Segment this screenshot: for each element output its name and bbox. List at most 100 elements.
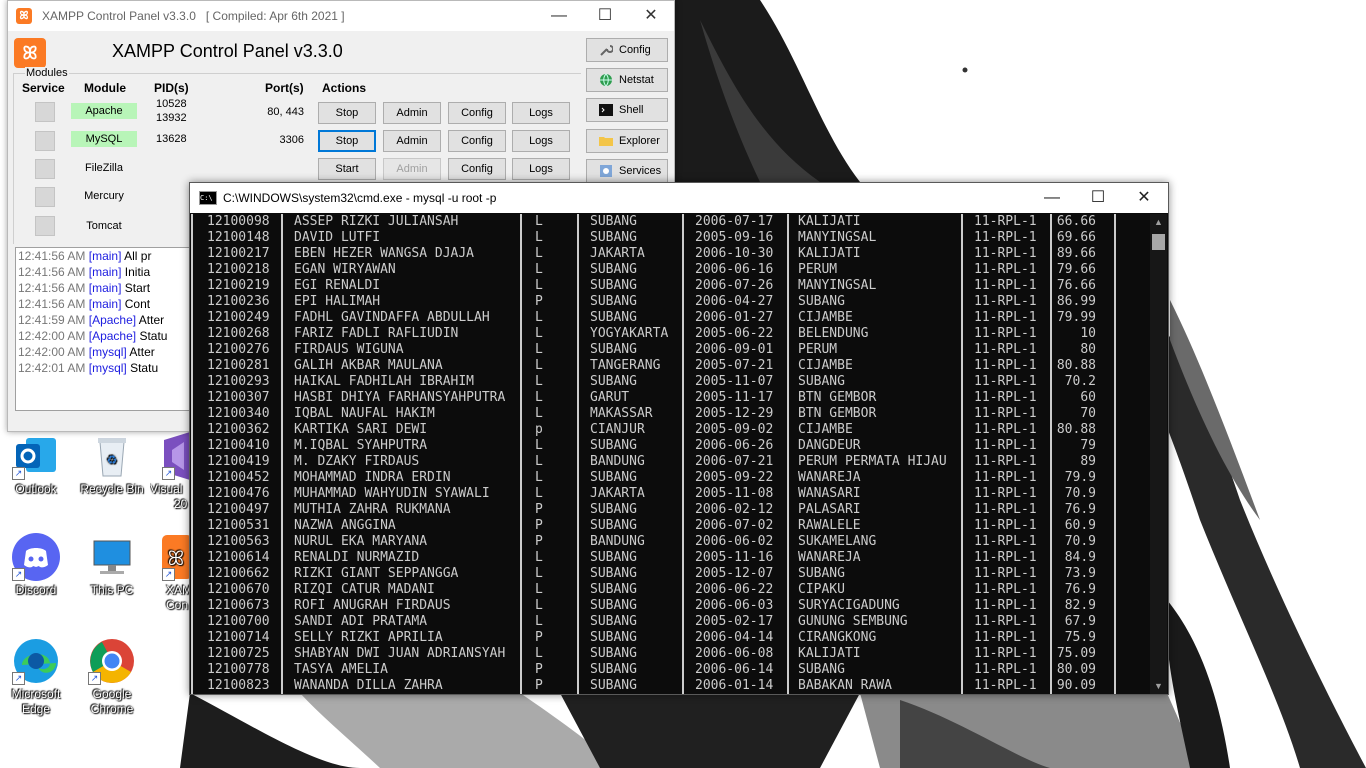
- cmd-close-button[interactable]: ✕: [1121, 183, 1167, 213]
- service-checkbox-filezilla[interactable]: [35, 159, 55, 179]
- xampp-logo-icon: ꕤ: [14, 38, 46, 68]
- console-cell: 76.9: [1064, 502, 1096, 517]
- console-cell: 2005-11-07: [695, 374, 774, 389]
- console-cell: DAVID LUTFI: [294, 230, 381, 245]
- service-checkbox-tomcat[interactable]: [35, 216, 55, 236]
- console-cell: SUBANG: [590, 374, 637, 389]
- console-cell: 11-RPL-1: [974, 662, 1037, 677]
- console-cell: RAWALELE: [798, 518, 861, 533]
- console-cell: 2006-07-02: [695, 518, 774, 533]
- console-cell: L: [535, 550, 543, 565]
- console-cell: CIJAMBE: [798, 422, 853, 437]
- console-cell: 2006-09-01: [695, 342, 774, 357]
- cmd-icon: C:\: [199, 191, 217, 205]
- minimize-button[interactable]: —: [536, 1, 582, 31]
- console-cell: GARUT: [590, 390, 630, 405]
- console-cell: EBEN HEZER WANGSA DJAJA: [294, 246, 475, 261]
- logs-apache-button[interactable]: Logs: [512, 102, 570, 124]
- service-checkbox-apache[interactable]: [35, 102, 55, 122]
- console-output[interactable]: 12100098 ASSEP RIZKI JULIANSAH L SUBANG 2006…: [190, 214, 1150, 694]
- console-cell: EGI RENALDI: [294, 278, 381, 293]
- console-cell: HASBI DHIYA FARHANSYAHPUTRA: [294, 390, 506, 405]
- col-module: Module: [84, 81, 126, 95]
- cmd-minimize-button[interactable]: —: [1029, 183, 1075, 213]
- service-checkbox-mercury[interactable]: [35, 187, 55, 207]
- console-cell: 12100563: [207, 534, 270, 549]
- log-module: [mysql]: [88, 361, 127, 375]
- console-cell: L: [535, 438, 543, 453]
- console-cell: 70.9: [1064, 534, 1096, 549]
- admin-filezilla-button: Admin: [383, 158, 441, 180]
- console-cell: 11-RPL-1: [974, 342, 1037, 357]
- log-module: [Apache]: [88, 329, 137, 343]
- this-pc-icon: [88, 533, 136, 581]
- log-panel[interactable]: 12:41:56 AM [main] All pr 12:41:56 AM [m…: [15, 247, 193, 411]
- service-checkbox-mysql[interactable]: [35, 131, 55, 151]
- explorer-button[interactable]: Explorer: [586, 129, 668, 153]
- admin-apache-button[interactable]: Admin: [383, 102, 441, 124]
- console-row: 12100307 HASBI DHIYA FARHANSYAHPUTRA L GARU…: [190, 390, 1150, 406]
- log-text: Start: [124, 281, 151, 295]
- desktop-icon-label: This PC: [90, 583, 134, 597]
- logs-mysql-button[interactable]: Logs: [512, 130, 570, 152]
- console-cell: 79.99: [1056, 310, 1096, 325]
- logs-filezilla-button[interactable]: Logs: [512, 158, 570, 180]
- console-cell: MUHAMMAD WAHYUDIN SYAWALI: [294, 486, 490, 501]
- stop-apache-button[interactable]: Stop: [318, 102, 376, 124]
- maximize-button[interactable]: ☐: [582, 1, 628, 31]
- scroll-up-icon[interactable]: ▲: [1150, 217, 1167, 227]
- console-cell: P: [535, 678, 543, 693]
- netstat-button[interactable]: Netstat: [586, 68, 668, 92]
- stop-mysql-button[interactable]: Stop: [318, 130, 376, 152]
- desktop-icon-recycle-bin[interactable]: ♻ Recycle Bin: [79, 432, 145, 497]
- admin-mysql-button[interactable]: Admin: [383, 130, 441, 152]
- config-mysql-button[interactable]: Config: [448, 130, 506, 152]
- log-time: 12:42:00 AM: [18, 329, 86, 343]
- cmd-maximize-button[interactable]: ☐: [1075, 183, 1121, 213]
- desktop-icon-chrome[interactable]: ↗ Google Chrome: [79, 637, 145, 717]
- console-cell: SHABYAN DWI JUAN ADRIANSYAH: [294, 646, 506, 661]
- desktop-icon-xampp[interactable]: ꕤ ↗ XAM Con: [150, 533, 190, 613]
- close-button[interactable]: ✕: [628, 1, 674, 31]
- console-cell: TASYA AMELIA: [294, 662, 388, 677]
- col-ports: Port(s): [265, 81, 304, 95]
- desktop-icon-this-pc[interactable]: This PC: [79, 533, 145, 598]
- config-filezilla-button[interactable]: Config: [448, 158, 506, 180]
- config-side-button[interactable]: Config: [586, 38, 668, 62]
- xampp-titlebar[interactable]: ꕤ XAMPP Control Panel v3.3.0 [ Compiled:…: [8, 1, 674, 31]
- config-apache-button[interactable]: Config: [448, 102, 506, 124]
- module-name-apache: Apache: [71, 103, 137, 119]
- desktop-icon-outlook[interactable]: ↗ Outlook: [3, 432, 69, 497]
- console-cell: 69.66: [1056, 230, 1096, 245]
- console-cell: FADHL GAVINDAFFA ABDULLAH: [294, 310, 490, 325]
- console-cell: 12100307: [207, 390, 270, 405]
- cmd-titlebar[interactable]: C:\ C:\WINDOWS\system32\cmd.exe - mysql …: [190, 183, 1168, 213]
- log-text: Statu: [139, 329, 168, 343]
- cmd-scrollbar[interactable]: ▲ ▼: [1150, 214, 1167, 694]
- console-cell: 80.88: [1056, 422, 1096, 437]
- scroll-down-icon[interactable]: ▼: [1150, 681, 1167, 691]
- console-cell: L: [535, 246, 543, 261]
- log-line: 12:41:56 AM [main] Initia: [16, 264, 192, 280]
- console-cell: KARTIKA SARI DEWI: [294, 422, 428, 437]
- console-cell: 2005-06-22: [695, 326, 774, 341]
- svg-text:♻: ♻: [107, 453, 118, 467]
- services-button[interactable]: Services: [586, 159, 668, 183]
- cmd-window[interactable]: C:\ C:\WINDOWS\system32\cmd.exe - mysql …: [189, 182, 1169, 695]
- desktop-icon-discord[interactable]: ↗ Discord: [3, 533, 69, 598]
- scroll-thumb[interactable]: [1152, 234, 1165, 250]
- console-cell: L: [535, 342, 543, 357]
- shell-button[interactable]: Shell: [586, 98, 668, 122]
- console-cell: 12100236: [207, 294, 270, 309]
- console-cell: 11-RPL-1: [974, 374, 1037, 389]
- console-cell: 2005-09-22: [695, 470, 774, 485]
- desktop-icon-edge[interactable]: ↗ Microsoft Edge: [3, 637, 69, 717]
- console-cell: 12100098: [207, 214, 270, 229]
- desktop-icon-label-2: Edge: [21, 702, 51, 716]
- console-cell: SUBANG: [590, 294, 637, 309]
- console-cell: 12100823: [207, 678, 270, 693]
- console-cell: 11-RPL-1: [974, 262, 1037, 277]
- console-cell: 11-RPL-1: [974, 550, 1037, 565]
- start-filezilla-button[interactable]: Start: [318, 158, 376, 180]
- console-cell: 11-RPL-1: [974, 678, 1037, 693]
